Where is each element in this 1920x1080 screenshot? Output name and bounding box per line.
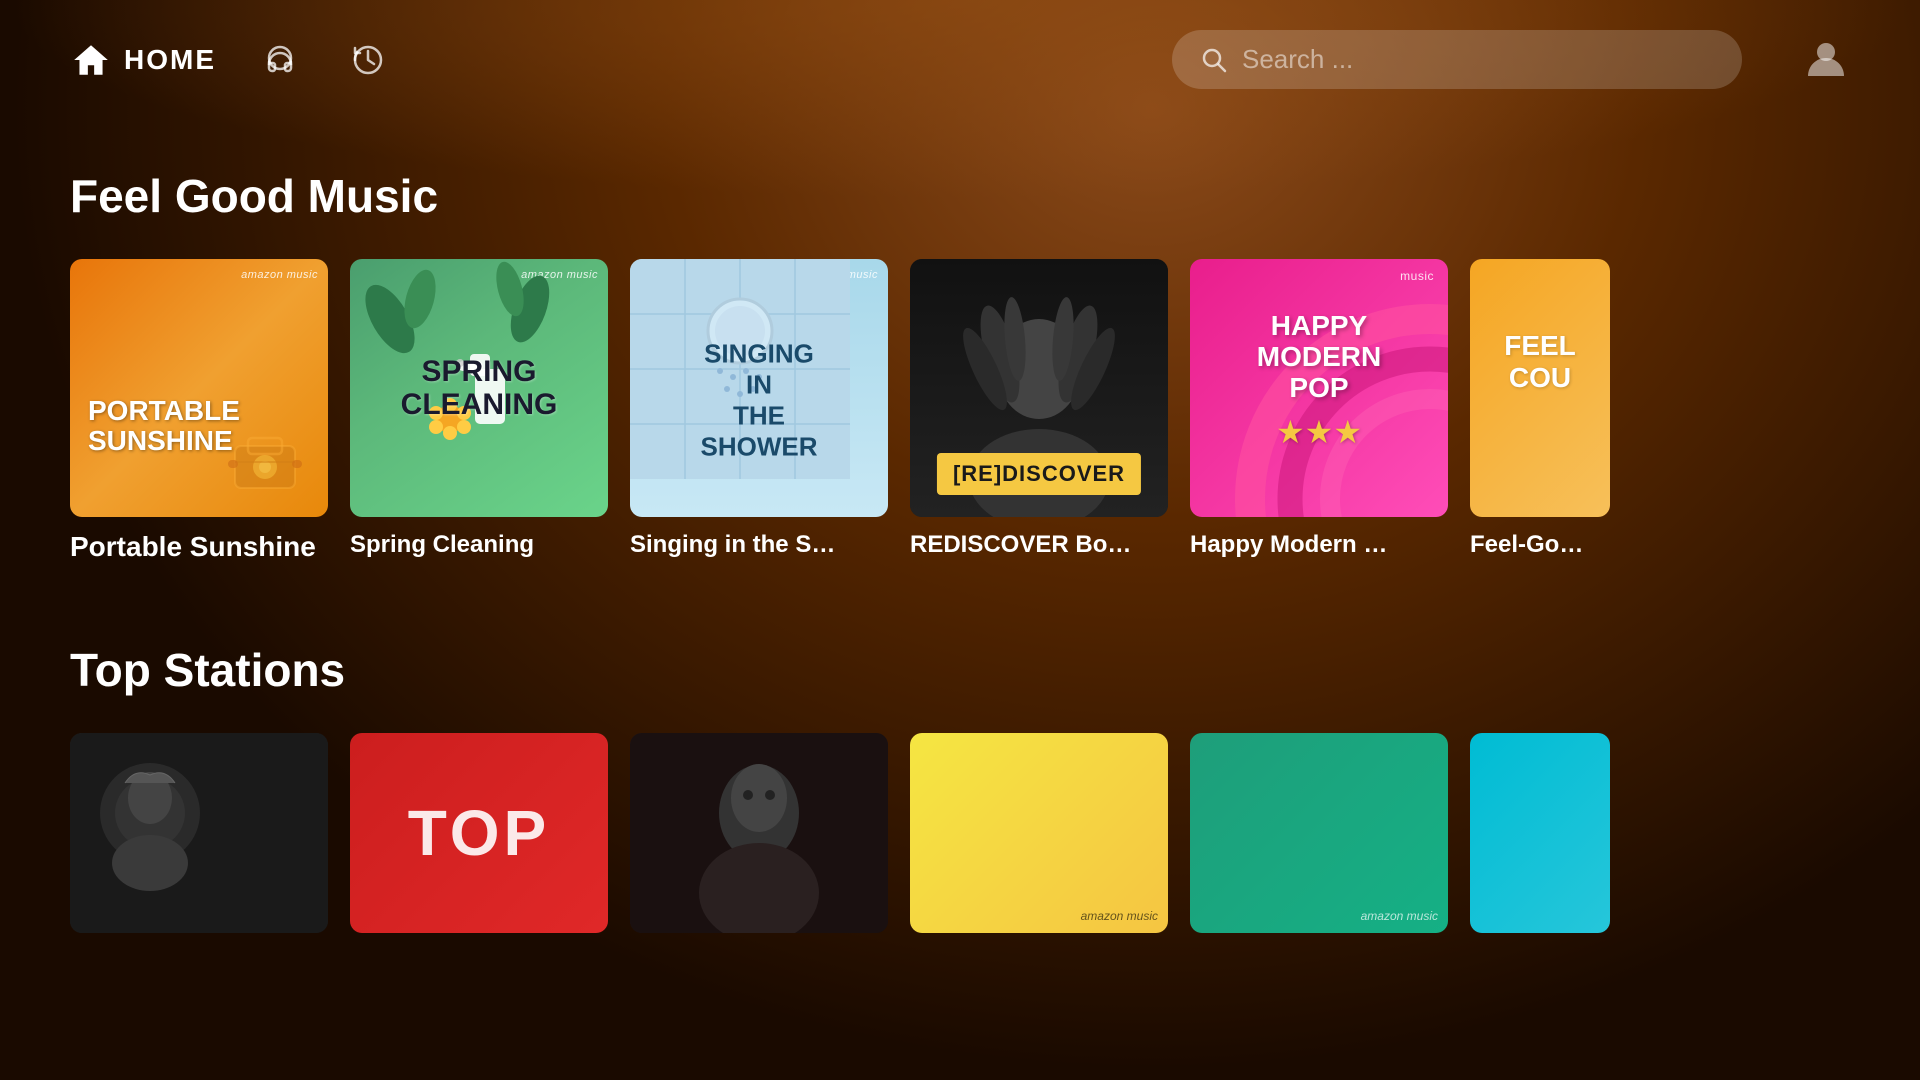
card-portable-sunshine-img: amazon music PORTABLE SUNSHINE [70, 259, 328, 517]
header: HOME [0, 0, 1920, 119]
card-rediscover-img: amazon music [910, 259, 1168, 517]
station4-badge: amazon music [1081, 909, 1158, 923]
card2-label: Spring Cleaning [350, 531, 608, 559]
station-card-top[interactable]: TOP [350, 733, 608, 933]
home-nav[interactable]: HOME [70, 39, 216, 81]
card6-text2: COU [1504, 362, 1576, 394]
card-happy-modern-pop[interactable]: music HAPPY MODERN POP ★★★ Happy Modern … [1190, 259, 1448, 563]
search-icon [1200, 46, 1228, 74]
station-card-6-partial[interactable] [1470, 733, 1610, 933]
profile-icon [1802, 34, 1850, 82]
card5-text1: HAPPY [1255, 311, 1384, 342]
card6-text1: FEEL [1504, 330, 1576, 362]
card5-text2: MODERN POP [1255, 342, 1384, 404]
station4-img: amazon music [910, 733, 1168, 933]
top-stations-cards: TOP amazon music [70, 733, 1850, 933]
feel-good-music-section: Feel Good Music amazon music [0, 169, 1920, 563]
station3-img [630, 733, 888, 933]
card-feel-good-partial[interactable]: FEEL COU Feel-Go… [1470, 259, 1610, 563]
card1-text1: PORTABLE [88, 396, 310, 425]
station3-art [630, 733, 888, 933]
card-spring-cleaning[interactable]: amazon music [350, 259, 608, 563]
station6-img [1470, 733, 1610, 933]
card5-stars: ★★★ [1255, 413, 1384, 451]
card-spring-cleaning-img: amazon music [350, 259, 608, 517]
station2-img: TOP [350, 733, 608, 933]
station1-img [70, 733, 328, 933]
amazon-badge-1: amazon music [241, 269, 318, 281]
card5-label: Happy Modern … [1190, 531, 1448, 559]
home-label: HOME [124, 44, 216, 76]
card-portable-sunshine[interactable]: amazon music PORTABLE SUNSHINE [70, 259, 328, 563]
feel-good-music-cards: amazon music PORTABLE SUNSHINE [70, 259, 1850, 563]
home-icon [70, 39, 112, 81]
card3-text2: THE SHOWER [695, 401, 824, 463]
headphones-icon [262, 42, 298, 78]
rediscover-text: [RE]DISCOVER [953, 461, 1125, 486]
card1-label: Portable Sunshine [70, 531, 328, 563]
card6-label: Feel-Go… [1470, 531, 1610, 559]
station-card-5[interactable]: amazon music [1190, 733, 1448, 933]
profile-button[interactable] [1802, 34, 1850, 85]
card-rediscover[interactable]: amazon music [910, 259, 1168, 563]
headphones-button[interactable] [256, 36, 304, 84]
station-card-4[interactable]: amazon music [910, 733, 1168, 933]
station-card-1[interactable] [70, 733, 328, 933]
top-stations-title: Top Stations [70, 643, 1850, 697]
recent-button[interactable] [344, 36, 392, 84]
card2-text2: CLEANING [401, 388, 558, 421]
station1-art [70, 733, 328, 933]
card4-label: REDISCOVER Bo… [910, 531, 1168, 559]
card-singing-shower-img: amazon music [630, 259, 888, 517]
station5-img: amazon music [1190, 733, 1448, 933]
station2-top-text: TOP [408, 796, 550, 870]
station-card-3[interactable] [630, 733, 888, 933]
card3-label: Singing in the S… [630, 531, 888, 559]
top-stations-section: Top Stations TOP [0, 643, 1920, 933]
card-singing-shower[interactable]: amazon music [630, 259, 888, 563]
station5-badge: amazon music [1361, 909, 1438, 923]
search-input[interactable] [1242, 44, 1714, 75]
card-happy-modern-pop-img: music HAPPY MODERN POP ★★★ [1190, 259, 1448, 517]
search-bar[interactable] [1172, 30, 1742, 89]
card-feel-good-partial-img: FEEL COU [1470, 259, 1610, 517]
feel-good-music-title: Feel Good Music [70, 169, 1850, 223]
card1-text2: SUNSHINE [88, 426, 310, 455]
recent-icon [350, 42, 386, 78]
card2-text1: SPRING [401, 355, 558, 388]
card3-text1: SINGING IN [695, 339, 824, 401]
